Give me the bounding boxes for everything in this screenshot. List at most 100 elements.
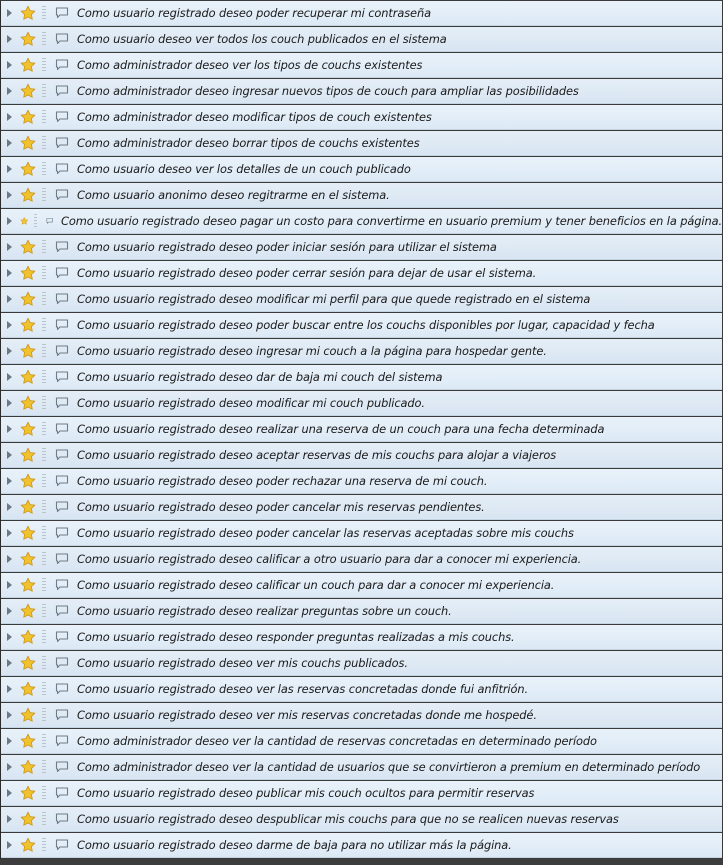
star-icon[interactable] — [20, 317, 36, 333]
star-icon[interactable] — [20, 395, 36, 411]
chevron-right-icon[interactable] — [7, 321, 12, 329]
story-label[interactable]: Como usuario registrado deseo calificar … — [77, 578, 554, 592]
comment-icon[interactable] — [55, 7, 69, 19]
story-label[interactable]: Como usuario registrado deseo calificar … — [77, 552, 581, 566]
story-label[interactable]: Como usuario deseo ver los detalles de u… — [77, 162, 411, 176]
star-icon[interactable] — [20, 707, 36, 723]
list-item[interactable]: Como usuario registrado deseo poder cerr… — [1, 261, 722, 286]
drag-handle-icon[interactable] — [42, 526, 46, 540]
comment-icon[interactable] — [46, 215, 53, 227]
list-item[interactable]: Como usuario registrado deseo ver las re… — [1, 677, 722, 702]
drag-handle-icon[interactable] — [42, 396, 46, 410]
comment-icon[interactable] — [55, 319, 69, 331]
star-icon[interactable] — [20, 213, 29, 229]
list-item[interactable]: Como usuario registrado deseo pagar un c… — [1, 209, 722, 234]
story-label[interactable]: Como administrador deseo ver la cantidad… — [77, 760, 700, 774]
comment-icon[interactable] — [55, 241, 69, 253]
drag-handle-icon[interactable] — [42, 422, 46, 436]
list-item[interactable]: Como usuario registrado deseo calificar … — [1, 547, 722, 572]
star-icon[interactable] — [20, 83, 36, 99]
star-icon[interactable] — [20, 551, 36, 567]
star-icon[interactable] — [20, 733, 36, 749]
star-icon[interactable] — [20, 239, 36, 255]
story-label[interactable]: Como usuario deseo ver todos los couch p… — [77, 32, 447, 46]
list-item[interactable]: Como usuario registrado deseo despublica… — [1, 807, 722, 832]
chevron-right-icon[interactable] — [7, 87, 12, 95]
star-icon[interactable] — [20, 811, 36, 827]
drag-handle-icon[interactable] — [42, 500, 46, 514]
star-icon[interactable] — [20, 681, 36, 697]
story-label[interactable]: Como usuario registrado deseo pagar un c… — [61, 214, 722, 228]
chevron-right-icon[interactable] — [7, 503, 12, 511]
list-item[interactable]: Como usuario deseo ver todos los couch p… — [1, 27, 722, 52]
drag-handle-icon[interactable] — [42, 344, 46, 358]
star-icon[interactable] — [20, 499, 36, 515]
drag-handle-icon[interactable] — [42, 240, 46, 254]
story-label[interactable]: Como usuario registrado deseo poder canc… — [77, 500, 485, 514]
comment-icon[interactable] — [55, 59, 69, 71]
comment-icon[interactable] — [55, 761, 69, 773]
star-icon[interactable] — [20, 759, 36, 775]
chevron-right-icon[interactable] — [7, 685, 12, 693]
story-label[interactable]: Como usuario registrado deseo modificar … — [77, 396, 425, 410]
chevron-right-icon[interactable] — [7, 841, 12, 849]
list-item[interactable]: Como usuario registrado deseo realizar p… — [1, 599, 722, 624]
drag-handle-icon[interactable] — [42, 110, 46, 124]
star-icon[interactable] — [20, 265, 36, 281]
comment-icon[interactable] — [55, 111, 69, 123]
list-item[interactable]: Como administrador deseo borrar tipos de… — [1, 131, 722, 156]
list-item[interactable]: Como usuario registrado deseo poder recu… — [1, 1, 722, 26]
story-label[interactable]: Como usuario registrado deseo responder … — [77, 630, 515, 644]
list-item[interactable]: Como usuario registrado deseo modificar … — [1, 391, 722, 416]
story-label[interactable]: Como usuario registrado deseo poder canc… — [77, 526, 574, 540]
chevron-right-icon[interactable] — [7, 347, 12, 355]
comment-icon[interactable] — [55, 631, 69, 643]
comment-icon[interactable] — [55, 475, 69, 487]
comment-icon[interactable] — [55, 709, 69, 721]
list-item[interactable]: Como usuario deseo ver los detalles de u… — [1, 157, 722, 182]
drag-handle-icon[interactable] — [42, 32, 46, 46]
star-icon[interactable] — [20, 31, 36, 47]
star-icon[interactable] — [20, 473, 36, 489]
list-item[interactable]: Como administrador deseo ver los tipos d… — [1, 53, 722, 78]
list-item[interactable]: Como usuario registrado deseo poder busc… — [1, 313, 722, 338]
star-icon[interactable] — [20, 187, 36, 203]
drag-handle-icon[interactable] — [42, 630, 46, 644]
comment-icon[interactable] — [55, 605, 69, 617]
comment-icon[interactable] — [55, 345, 69, 357]
star-icon[interactable] — [20, 629, 36, 645]
story-label[interactable]: Como usuario registrado deseo poder rech… — [77, 474, 487, 488]
story-label[interactable]: Como usuario anonimo deseo regitrarme en… — [77, 188, 390, 202]
list-item[interactable]: Como administrador deseo ver la cantidad… — [1, 755, 722, 780]
drag-handle-icon[interactable] — [42, 474, 46, 488]
chevron-right-icon[interactable] — [7, 555, 12, 563]
story-label[interactable]: Como usuario registrado deseo modificar … — [77, 292, 590, 306]
story-label[interactable]: Como usuario registrado deseo despublica… — [77, 812, 619, 826]
chevron-right-icon[interactable] — [7, 659, 12, 667]
list-item[interactable]: Como usuario registrado deseo ingresar m… — [1, 339, 722, 364]
story-label[interactable]: Como usuario registrado deseo publicar m… — [77, 786, 534, 800]
comment-icon[interactable] — [55, 33, 69, 45]
comment-icon[interactable] — [55, 657, 69, 669]
story-label[interactable]: Como administrador deseo ver los tipos d… — [77, 58, 422, 72]
chevron-right-icon[interactable] — [7, 61, 12, 69]
list-item[interactable]: Como usuario registrado deseo dar de baj… — [1, 365, 722, 390]
chevron-right-icon[interactable] — [7, 165, 12, 173]
chevron-right-icon[interactable] — [7, 373, 12, 381]
chevron-right-icon[interactable] — [7, 815, 12, 823]
comment-icon[interactable] — [55, 267, 69, 279]
drag-handle-icon[interactable] — [42, 266, 46, 280]
chevron-right-icon[interactable] — [7, 477, 12, 485]
drag-handle-icon[interactable] — [42, 6, 46, 20]
list-item[interactable]: Como usuario registrado deseo poder canc… — [1, 521, 722, 546]
star-icon[interactable] — [20, 577, 36, 593]
star-icon[interactable] — [20, 525, 36, 541]
comment-icon[interactable] — [55, 553, 69, 565]
chevron-right-icon[interactable] — [7, 737, 12, 745]
list-item[interactable]: Como usuario registrado deseo realizar u… — [1, 417, 722, 442]
chevron-right-icon[interactable] — [7, 711, 12, 719]
story-label[interactable]: Como usuario registrado deseo dar de baj… — [77, 370, 442, 384]
comment-icon[interactable] — [55, 449, 69, 461]
list-item[interactable]: Como usuario registrado deseo poder inic… — [1, 235, 722, 260]
list-item[interactable]: Como usuario registrado deseo ver mis co… — [1, 651, 722, 676]
